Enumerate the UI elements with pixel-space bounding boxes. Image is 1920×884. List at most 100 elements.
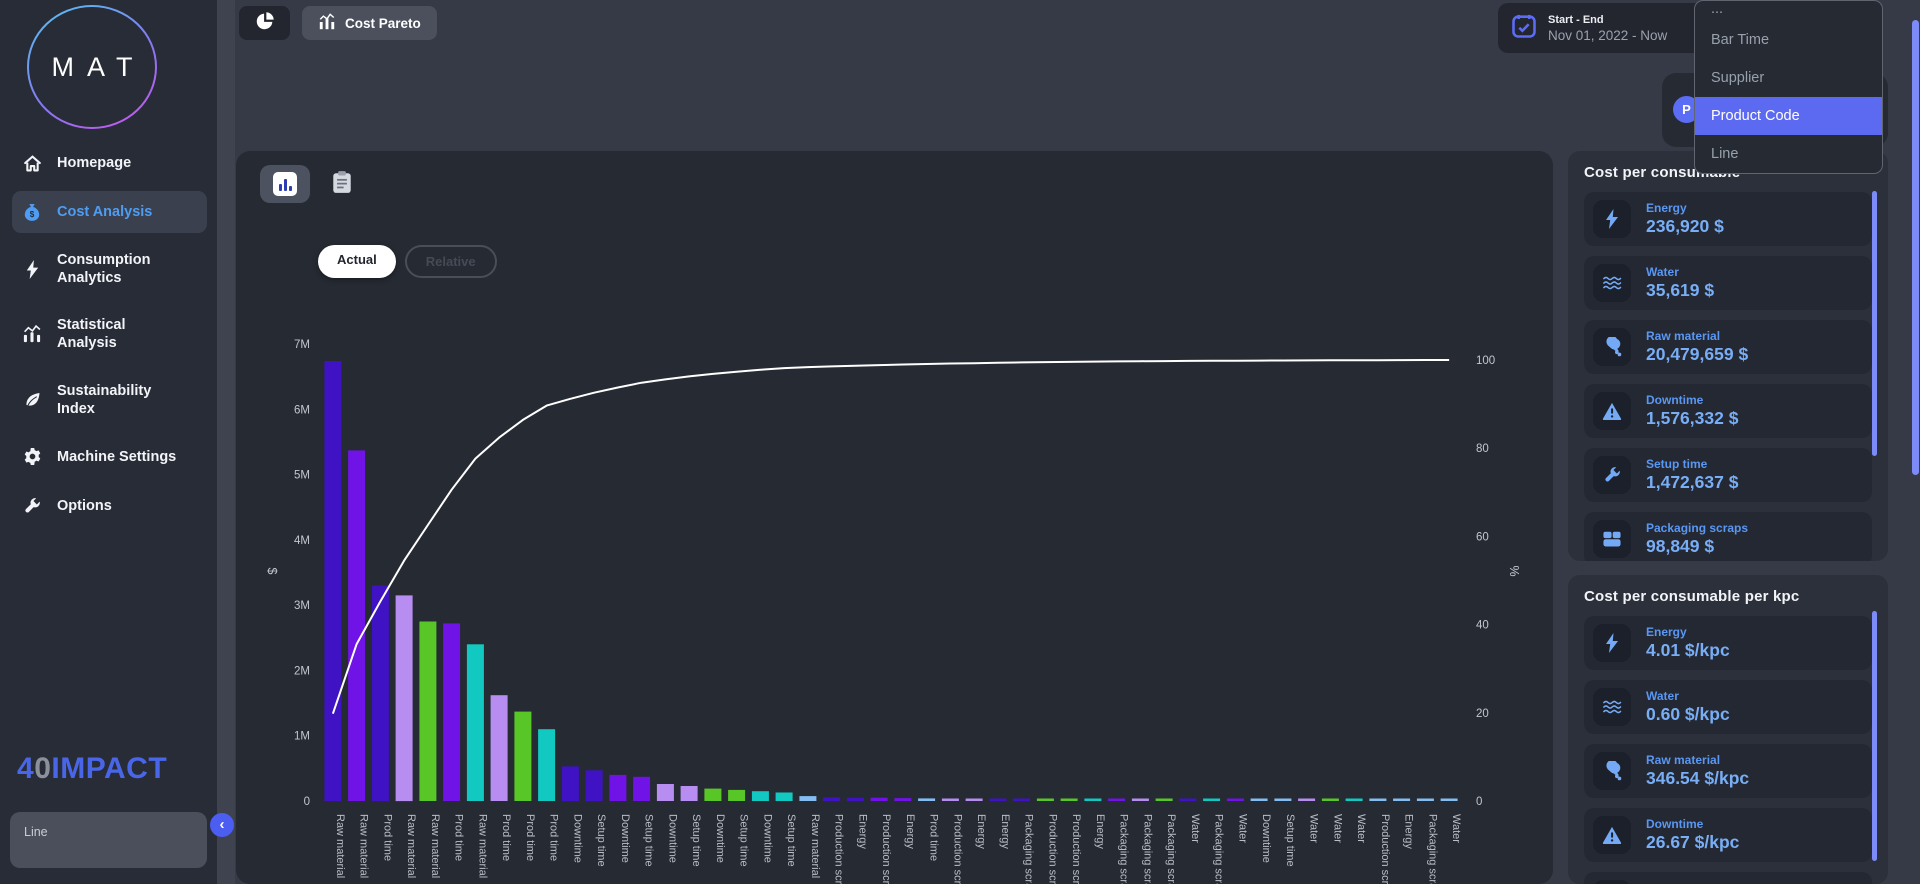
cost-card-packaging-scraps[interactable]: Packaging scraps 98,849 $ [1584, 512, 1872, 561]
sidebar-item-cost-analysis[interactable]: $ Cost Analysis [12, 191, 207, 233]
pareto-bar[interactable] [1155, 798, 1173, 802]
x-axis-label: Downtime [761, 814, 773, 863]
pareto-bar[interactable] [609, 774, 627, 801]
pareto-bar[interactable] [538, 729, 556, 801]
cost-card-energy[interactable]: Energy 236,920 $ [1584, 192, 1872, 246]
x-axis-label: Raw material [358, 814, 370, 878]
pareto-bar[interactable] [324, 361, 342, 801]
x-axis-label: Prod time [928, 814, 940, 861]
pareto-bar[interactable] [1369, 798, 1387, 802]
pareto-bar[interactable] [941, 798, 959, 802]
pareto-bar[interactable] [443, 623, 461, 801]
sidebar-item-label: Statistical Analysis [57, 317, 126, 352]
pareto-bar[interactable] [514, 711, 532, 801]
pareto-bar[interactable] [585, 770, 603, 801]
cost-card-water[interactable]: Water 0.60 $/kpc [1584, 680, 1872, 734]
dropdown-option-supplier[interactable]: Supplier [1695, 59, 1882, 97]
pareto-bar[interactable] [751, 791, 769, 801]
x-axis-label: Setup time [690, 814, 702, 867]
pareto-bar[interactable] [1179, 798, 1197, 802]
pareto-bar[interactable] [1250, 798, 1268, 802]
pareto-bar[interactable] [918, 798, 936, 801]
cost-card-label: Energy [1646, 625, 1687, 639]
pareto-bar[interactable] [1226, 798, 1244, 802]
pareto-bar[interactable] [466, 644, 484, 801]
pareto-bar[interactable] [633, 776, 651, 801]
pareto-bar[interactable] [680, 786, 698, 801]
dropdown-option--[interactable]: ... [1695, 1, 1882, 21]
pareto-bar[interactable] [490, 695, 508, 801]
x-axis-label: Downtime [571, 814, 583, 863]
pie-chart-view-button[interactable] [239, 6, 290, 40]
cost-card-value: 1,472,637 $ [1646, 472, 1739, 492]
dropdown-option-product-code[interactable]: Product Code [1695, 97, 1882, 135]
sidebar-item-homepage[interactable]: Homepage [0, 142, 217, 184]
sidebar-item-consumption-analytics[interactable]: Consumption Analytics [0, 240, 217, 298]
pareto-bar[interactable] [1298, 798, 1316, 802]
cost-card-raw-material[interactable]: Raw material 20,479,659 $ [1584, 320, 1872, 374]
cost-card-water[interactable]: Water 35,619 $ [1584, 256, 1872, 310]
tab-cost-pareto[interactable]: Cost Pareto [302, 6, 437, 40]
warning-icon [1593, 392, 1631, 430]
x-axis-label: Water [1236, 814, 1248, 843]
left-axis-tick: 3M [294, 600, 310, 612]
x-axis-label: Setup time [738, 814, 750, 867]
pareto-bar[interactable] [1060, 798, 1078, 802]
pareto-bar[interactable] [656, 784, 674, 801]
pareto-bar[interactable] [1013, 798, 1031, 802]
pareto-bar[interactable] [1108, 798, 1126, 802]
cost-card-label: Raw material [1646, 329, 1721, 343]
panel-scrollbar[interactable] [1872, 611, 1877, 861]
pareto-bar[interactable] [1131, 798, 1149, 802]
pareto-bar[interactable] [823, 797, 841, 801]
cost-card-partial[interactable] [1584, 872, 1872, 884]
sidebar-item-options[interactable]: Options [0, 485, 217, 527]
x-axis-label: Packaging scraps [1023, 814, 1035, 884]
pareto-bar[interactable] [1393, 798, 1411, 802]
pareto-bar[interactable] [1440, 798, 1458, 802]
x-axis-label: Energy [999, 814, 1011, 849]
cost-card-energy[interactable]: Energy 4.01 $/kpc [1584, 616, 1872, 670]
panel-scrollbar[interactable] [1872, 191, 1877, 456]
pareto-bar[interactable] [989, 798, 1007, 802]
date-range-picker[interactable]: Start - End Nov 01, 2022 - Now [1498, 3, 1704, 53]
pareto-bar[interactable] [870, 797, 888, 801]
pareto-bar[interactable] [846, 797, 864, 801]
sidebar-item-machine-settings[interactable]: Machine Settings [0, 436, 217, 478]
pareto-chart[interactable]: 7M 6M 5M 4M 3M 2M 1M 0 100 80 60 40 20 0 $ % Raw materia… [236, 151, 1553, 884]
sidebar-collapse-button[interactable]: ‹ [210, 813, 234, 837]
pareto-bar[interactable] [704, 788, 722, 801]
pareto-bar[interactable] [419, 621, 437, 802]
pareto-bar[interactable] [561, 766, 579, 801]
sidebar-item-statistical-analysis[interactable]: Statistical Analysis [0, 305, 217, 363]
dropdown-option-line[interactable]: Line [1695, 135, 1882, 173]
dropdown-option-bar-time[interactable]: Bar Time [1695, 21, 1882, 59]
pareto-bar[interactable] [1203, 798, 1221, 802]
cost-card-label: Energy [1646, 201, 1687, 215]
cost-card-downtime[interactable]: Downtime 1,576,332 $ [1584, 384, 1872, 438]
x-axis-label: Production scraps [880, 814, 892, 884]
pareto-bar[interactable] [1036, 798, 1054, 802]
page-scrollbar[interactable] [1912, 20, 1919, 475]
pareto-bar[interactable] [894, 798, 912, 801]
line-selector[interactable]: Line [10, 812, 207, 868]
pareto-bar[interactable] [799, 796, 817, 801]
cost-card-downtime[interactable]: Downtime 26.67 $/kpc [1584, 808, 1872, 862]
pareto-bar[interactable] [775, 792, 793, 802]
x-axis-label: Downtime [619, 814, 631, 863]
x-axis-label: Packaging scraps [1165, 814, 1177, 884]
pareto-bar[interactable] [728, 789, 746, 801]
cost-card-label: Setup time [1646, 457, 1708, 471]
pareto-bar[interactable] [1345, 798, 1363, 802]
pareto-bar[interactable] [395, 595, 413, 802]
pareto-bar[interactable] [1321, 798, 1339, 802]
pareto-bar[interactable] [965, 798, 983, 802]
pareto-bar[interactable] [1084, 798, 1102, 802]
cost-card-setup-time[interactable]: Setup time 1,472,637 $ [1584, 448, 1872, 502]
pareto-bar[interactable] [371, 585, 389, 801]
pareto-bar[interactable] [1416, 798, 1434, 802]
pareto-bar[interactable] [1274, 798, 1292, 802]
pareto-bar[interactable] [348, 450, 366, 801]
cost-card-raw-material[interactable]: Raw material 346.54 $/kpc [1584, 744, 1872, 798]
sidebar-item-sustainability-index[interactable]: Sustainability Index [0, 371, 217, 429]
